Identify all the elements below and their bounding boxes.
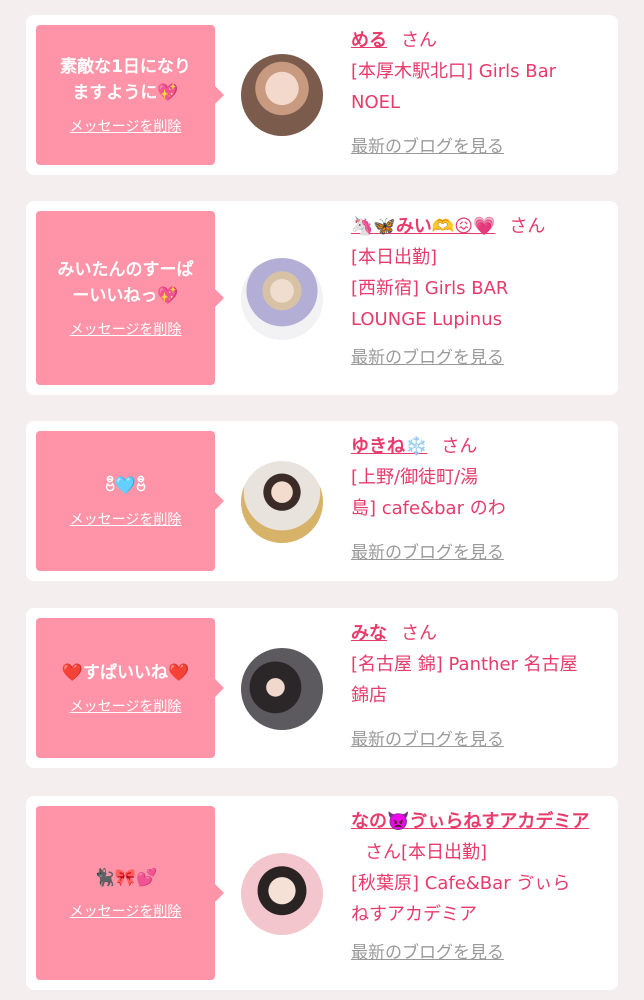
cast-name-link[interactable]: 🦄🦋みい🫶😖💗 bbox=[351, 216, 495, 237]
shop-info: 島] cafe&bar のわ bbox=[351, 498, 506, 519]
avatar[interactable] bbox=[241, 54, 323, 136]
honorific: さん bbox=[441, 436, 478, 457]
delete-message-link[interactable]: メッセージを削除 bbox=[70, 901, 182, 921]
cast-info: める さん [本厚木駅北口] Girls Bar NOEL 最新のブログを見る bbox=[351, 25, 613, 163]
latest-blog-link[interactable]: 最新のブログを見る bbox=[351, 343, 504, 374]
cast-name-link[interactable]: みな bbox=[351, 623, 387, 644]
shop-info: 錦店 bbox=[351, 685, 387, 706]
cast-name-link[interactable]: ゆきね❄️ bbox=[351, 436, 427, 457]
avatar[interactable] bbox=[241, 853, 323, 935]
delete-message-link[interactable]: メッセージを削除 bbox=[70, 116, 182, 136]
cast-info: 🦄🦋みい🫶😖💗 さん [本日出勤] [西新宿] Girls BAR LOUNGE … bbox=[351, 211, 613, 374]
shop-info: [上野/御徒町/湯 bbox=[351, 467, 479, 488]
message-card: みいたんのすーぱ ーいいねっ💖 メッセージを削除 🦄🦋みい🫶😖💗 さん [本日出勤… bbox=[26, 201, 618, 395]
message-text: みいたんのすーぱ ーいいねっ💖 bbox=[57, 260, 194, 306]
cast-name-link[interactable]: める bbox=[351, 30, 387, 51]
honorific: さん bbox=[401, 30, 437, 51]
message-bubble: ❤️すぱいいね❤️ メッセージを削除 bbox=[36, 618, 224, 758]
avatar[interactable] bbox=[241, 258, 323, 340]
latest-blog-link[interactable]: 最新のブログを見る bbox=[351, 938, 504, 969]
latest-blog-link[interactable]: 最新のブログを見る bbox=[351, 538, 504, 569]
shop-info: [秋葉原] Cafe&Bar ゔぃら bbox=[351, 873, 571, 894]
message-card: ဗီ🩵ဗီ メッセージを削除 ゆきね❄️ さん [上野/御徒町/湯 島] cafe… bbox=[26, 421, 618, 581]
avatar[interactable] bbox=[241, 461, 323, 543]
delete-message-link[interactable]: メッセージを削除 bbox=[70, 319, 182, 339]
shop-info: [本厚木駅北口] Girls Bar bbox=[351, 61, 556, 82]
latest-blog-link[interactable]: 最新のブログを見る bbox=[351, 132, 504, 163]
shop-info: [名古屋 錦] Panther 名古屋 bbox=[351, 654, 578, 675]
message-bubble: 素敵な1日になり ますように💖 メッセージを削除 bbox=[36, 25, 224, 165]
message-list: 素敵な1日になり ますように💖 メッセージを削除 める さん [本厚木駅北口] G… bbox=[0, 0, 644, 1000]
shop-info: NOEL bbox=[351, 92, 401, 113]
delete-message-link[interactable]: メッセージを削除 bbox=[70, 509, 182, 529]
honorific: さん bbox=[509, 216, 546, 237]
message-text: 素敵な1日になり ますように💖 bbox=[60, 57, 191, 103]
shop-info: LOUNGE Lupinus bbox=[351, 309, 502, 330]
shop-info: ねすアカデミア bbox=[351, 904, 477, 925]
cast-info: みな さん [名古屋 錦] Panther 名古屋 錦店 最新のブログを見る bbox=[351, 618, 613, 756]
honorific: さん bbox=[365, 842, 401, 863]
message-bubble: 🐈‍⬛🎀💕 メッセージを削除 bbox=[36, 806, 224, 980]
message-card: 素敵な1日になり ますように💖 メッセージを削除 める さん [本厚木駅北口] G… bbox=[26, 15, 618, 175]
work-status: [本日出勤] bbox=[351, 247, 438, 268]
message-bubble: ဗီ🩵ဗီ メッセージを削除 bbox=[36, 431, 224, 571]
avatar[interactable] bbox=[241, 648, 323, 730]
delete-message-link[interactable]: メッセージを削除 bbox=[70, 696, 182, 716]
honorific: さん bbox=[401, 623, 437, 644]
message-text: 🐈‍⬛🎀💕 bbox=[93, 868, 158, 888]
message-text: ❤️すぱいいね❤️ bbox=[61, 663, 190, 683]
message-card: 🐈‍⬛🎀💕 メッセージを削除 なの👿ゔぃらねすアカデミアさん[本日出勤] [秋葉… bbox=[26, 796, 618, 990]
cast-name-link[interactable]: なの👿ゔぃらねすアカデミア bbox=[351, 811, 589, 832]
shop-info: [西新宿] Girls BAR bbox=[351, 278, 509, 299]
work-status: [本日出勤] bbox=[401, 842, 488, 863]
latest-blog-link[interactable]: 最新のブログを見る bbox=[351, 725, 504, 756]
message-bubble: みいたんのすーぱ ーいいねっ💖 メッセージを削除 bbox=[36, 211, 224, 385]
cast-info: なの👿ゔぃらねすアカデミアさん[本日出勤] [秋葉原] Cafe&Bar ゔぃら… bbox=[351, 806, 613, 969]
message-card: ❤️すぱいいね❤️ メッセージを削除 みな さん [名古屋 錦] Panther … bbox=[26, 608, 618, 768]
cast-info: ゆきね❄️ さん [上野/御徒町/湯 島] cafe&bar のわ 最新のブログを… bbox=[351, 431, 613, 569]
message-text: ဗီ🩵ဗီ bbox=[105, 476, 146, 496]
